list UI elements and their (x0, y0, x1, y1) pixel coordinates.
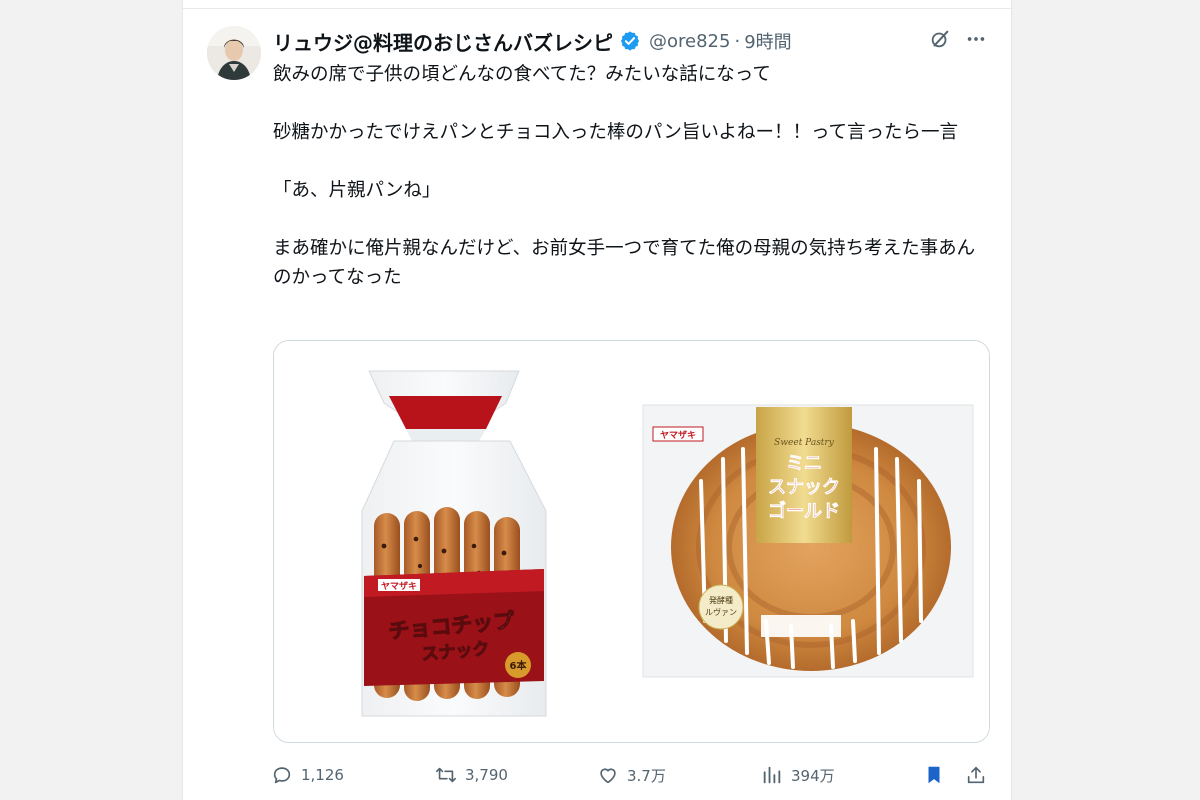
tweet-header: リュウジ@料理のおじさんバズレシピ @ore825 · 9時間 (273, 26, 792, 56)
avatar[interactable] (207, 26, 261, 80)
display-name[interactable]: リュウジ@料理のおじさんバズレシピ (273, 27, 613, 56)
heart-icon (600, 768, 616, 784)
brand-label: ヤマザキ (381, 581, 417, 592)
choco-chip-stick-package: ヤマザキ チョコチップ スナック 6本 (361, 370, 547, 717)
product-name-line3: ゴールド (768, 500, 840, 522)
tweet-text-line: 飲みの席で子供の頃どんなの食べてた？みたいな話になって (273, 64, 771, 85)
media-photo-mini-snack-gold[interactable]: ヤマザキ Sweet Pastry ミニ スナック ゴールド 発酵種 ルヴァン (631, 341, 989, 742)
badge-line1: 発酵種 (709, 595, 733, 605)
verified-badge-icon (620, 31, 640, 51)
tweet-text-blank (273, 205, 993, 234)
tweet-text: 飲みの席で子供の頃どんなの食べてた？みたいな話になって 砂糖かかったでけえパンと… (273, 60, 993, 292)
page-background-left (0, 0, 182, 800)
tweet-text-line: 「あ、片親パンね」 (273, 180, 441, 201)
retweet-count: 3,790 (465, 766, 508, 784)
views-icon (763, 766, 781, 784)
tweet-text-line: まあ確かに俺片親なんだけど、お前女手一つで育てた俺の母親の気持ち考えた事あんのか… (273, 238, 976, 288)
divider (183, 8, 1013, 9)
page-background-right (1012, 0, 1200, 800)
reply-count: 1,126 (301, 766, 344, 784)
script-label: Sweet Pastry (774, 438, 835, 448)
separator-dot: · (734, 30, 741, 52)
product-name-line1: ミニ (786, 453, 822, 474)
mini-snack-gold-package: ヤマザキ Sweet Pastry ミニ スナック ゴールド 発酵種 ルヴァン (642, 404, 974, 678)
media-photo-choco-chip-stick[interactable]: ヤマザキ チョコチップ スナック 6本 (274, 341, 631, 742)
reply-icon (273, 767, 291, 784)
views-button[interactable]: 394万 (761, 760, 835, 790)
product-name-line2: スナック (768, 477, 840, 498)
like-count: 3.7万 (627, 766, 666, 785)
tweet-text-line: 砂糖かかったでけえパンとチョコ入った棒のパン旨いよねー！！って言ったら一言 (273, 122, 959, 143)
bookmark-icon (928, 766, 940, 784)
badge-line2: ルヴァン (705, 607, 737, 617)
like-button[interactable]: 3.7万 (597, 760, 666, 790)
tweet-text-blank (273, 147, 993, 176)
share-button[interactable] (965, 760, 987, 790)
more-icon[interactable] (965, 28, 987, 50)
avatar-image (207, 26, 261, 80)
brand-label: ヤマザキ (660, 430, 696, 441)
media-grid: ヤマザキ チョコチップ スナック 6本 ヤマザキ Sweet Pastry ミニ… (273, 340, 990, 743)
timestamp[interactable]: 9時間 (744, 28, 791, 54)
tweet-text-blank (273, 89, 993, 118)
reply-button[interactable]: 1,126 (271, 760, 344, 790)
retweet-button[interactable]: 3,790 (435, 760, 508, 790)
handle[interactable]: @ore825 (649, 31, 730, 52)
bookmark-button[interactable] (923, 760, 945, 790)
tweet-actions: 1,126 3,790 3.7万 394万 (271, 760, 999, 790)
grok-icon[interactable] (929, 28, 951, 50)
count-label: 6本 (510, 659, 528, 672)
tweet-card[interactable]: リュウジ@料理のおじさんバズレシピ @ore825 · 9時間 飲みの席で子供の… (182, 0, 1013, 800)
share-icon (967, 766, 985, 784)
retweet-icon (436, 767, 456, 783)
views-count: 394万 (791, 766, 835, 785)
